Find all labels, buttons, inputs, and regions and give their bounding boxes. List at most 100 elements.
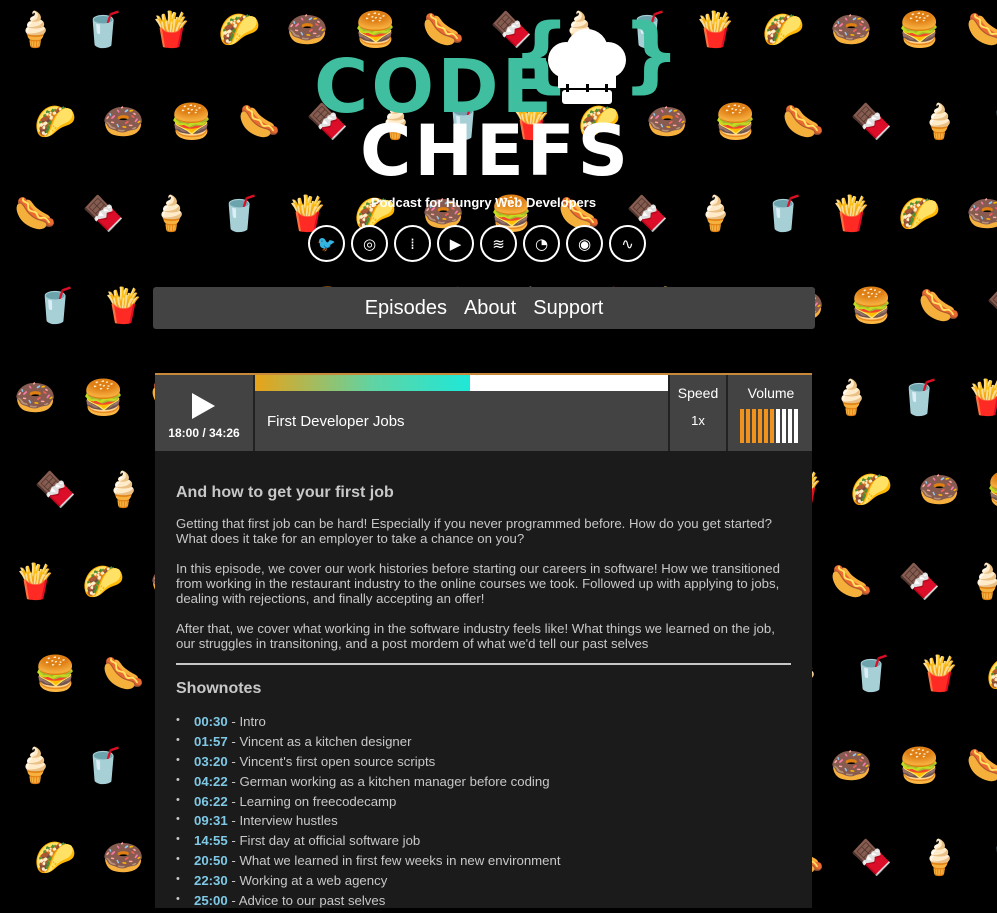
logo-chefs-text: CHEFS xyxy=(360,110,632,192)
timestamp-link[interactable]: 01:57 xyxy=(194,734,228,749)
shownote-text: - Working at a web agency xyxy=(227,873,388,889)
timestamp-link[interactable]: 25:00 xyxy=(194,893,228,908)
food-icon: 🍔 xyxy=(898,10,941,50)
chef-hat-icon xyxy=(548,29,626,104)
spotify-icon[interactable]: ≋ xyxy=(480,225,517,262)
food-icon: 🌭 xyxy=(918,286,961,326)
volume-bar[interactable] xyxy=(740,409,744,443)
apple-podcasts-icon[interactable]: ◎ xyxy=(351,225,388,262)
food-icon: 🍟 xyxy=(694,10,737,50)
volume-bar[interactable] xyxy=(758,409,762,443)
food-icon: 🌮 xyxy=(218,10,261,50)
progress-bar[interactable] xyxy=(255,375,668,391)
timestamp-link[interactable]: 04:22 xyxy=(194,774,228,789)
google-play-icon[interactable]: ▶ xyxy=(437,225,474,262)
food-icon: 🍟 xyxy=(918,654,961,694)
food-icon: 🥤 xyxy=(34,286,77,326)
food-icon: 🍔 xyxy=(82,378,125,418)
food-icon: 🍟 xyxy=(966,378,997,418)
food-icon: 🌭 xyxy=(102,654,145,694)
food-icon: 🌮 xyxy=(34,102,77,142)
food-icon: 🍟 xyxy=(102,286,145,326)
pocket-casts-icon[interactable]: ◔ xyxy=(523,225,560,262)
food-icon: 🍩 xyxy=(830,746,873,786)
code-chefs-logo: CODE { } CHEFS xyxy=(312,14,680,192)
food-icon: 🍦 xyxy=(918,102,961,142)
food-icon: 🍩 xyxy=(966,194,997,234)
food-icon: 🥤 xyxy=(986,102,997,142)
overcast-icon[interactable]: ◉ xyxy=(566,225,603,262)
food-icon: 🍦 xyxy=(102,470,145,510)
shownote-item: 03:20 - Vincent's first open source scri… xyxy=(176,754,791,774)
timestamp-link[interactable]: 03:20 xyxy=(194,754,228,769)
shownote-item: 20:50 - What we learned in first few wee… xyxy=(176,853,791,873)
volume-slider[interactable] xyxy=(740,409,798,443)
nav-episodes-link[interactable]: Episodes xyxy=(365,297,447,320)
food-icon: 🍔 xyxy=(898,746,941,786)
nav-support-link[interactable]: Support xyxy=(533,297,603,320)
description-paragraph: In this episode, we cover our work histo… xyxy=(176,561,780,606)
episode-content: And how to get your first job Getting th… xyxy=(155,451,812,908)
volume-bar[interactable] xyxy=(776,409,780,443)
volume-bar[interactable] xyxy=(788,409,792,443)
shownote-text: - German working as a kitchen manager be… xyxy=(227,773,550,789)
volume-control: Volume xyxy=(730,375,812,451)
food-icon: 🍔 xyxy=(34,654,77,694)
food-icon: 🍦 xyxy=(14,746,57,786)
divider xyxy=(176,663,791,665)
timestamp-link[interactable]: 20:50 xyxy=(194,853,228,868)
timestamp-link[interactable]: 00:30 xyxy=(194,714,228,729)
shownote-text: - Interview hustles xyxy=(227,813,338,829)
play-icon[interactable] xyxy=(192,393,215,419)
shownote-text: - Advice to our past selves xyxy=(227,893,386,909)
shownotes-list: 00:30 - Intro 01:57 - Vincent as a kitch… xyxy=(176,714,791,913)
food-icon: 🌮 xyxy=(82,562,125,602)
food-icon: 🍫 xyxy=(898,562,941,602)
play-control[interactable]: 18:00 / 34:26 xyxy=(155,375,255,451)
food-icon: 🥤 xyxy=(82,746,125,786)
speed-value: 1x xyxy=(691,413,705,428)
google-podcasts-icon[interactable]: ⁞ xyxy=(394,225,431,262)
shownotes-heading: Shownotes xyxy=(176,680,262,697)
timestamp-link[interactable]: 22:30 xyxy=(194,873,228,888)
food-icon: 🥤 xyxy=(82,10,125,50)
audio-player: 18:00 / 34:26 First Developer Jobs Speed… xyxy=(155,373,812,451)
nav-about-link[interactable]: About xyxy=(464,297,516,320)
twitter-icon[interactable]: 🐦 xyxy=(308,225,345,262)
volume-bar[interactable] xyxy=(770,409,774,443)
volume-bar[interactable] xyxy=(752,409,756,443)
food-icon: 🍟 xyxy=(14,562,57,602)
volume-bar[interactable] xyxy=(794,409,798,443)
food-icon: 🌭 xyxy=(830,562,873,602)
timestamp-link[interactable]: 14:55 xyxy=(194,833,228,848)
food-icon: 🍔 xyxy=(714,102,757,142)
food-icon: 🍔 xyxy=(850,286,893,326)
shownote-text: - First day at official software job xyxy=(227,833,421,849)
food-icon: 🍫 xyxy=(850,102,893,142)
food-icon: 🍫 xyxy=(986,286,997,326)
food-icon: 🍦 xyxy=(14,10,57,50)
food-icon: 🍦 xyxy=(966,562,997,602)
shownote-text: - Vincent's first open source scripts xyxy=(227,753,436,769)
food-icon: 🌮 xyxy=(850,470,893,510)
food-icon: 🌮 xyxy=(986,654,997,694)
volume-bar[interactable] xyxy=(782,409,786,443)
volume-bar[interactable] xyxy=(764,409,768,443)
timestamp-link[interactable]: 09:31 xyxy=(194,813,228,828)
food-icon: 🍩 xyxy=(102,838,145,878)
volume-bar[interactable] xyxy=(746,409,750,443)
shownote-item: 25:00 - Advice to our past selves xyxy=(176,893,791,913)
timestamp-link[interactable]: 06:22 xyxy=(194,794,228,809)
food-icon: 🍦 xyxy=(918,838,961,878)
food-icon: 🍔 xyxy=(170,102,213,142)
shownote-item: 09:31 - Interview hustles xyxy=(176,813,791,833)
food-icon: 🌭 xyxy=(966,10,997,50)
rss-icon[interactable]: ∿ xyxy=(609,225,646,262)
speed-control[interactable]: Speed 1x xyxy=(668,375,728,451)
shownote-item: 22:30 - Working at a web agency xyxy=(176,873,791,893)
food-icon: 🍦 xyxy=(830,378,873,418)
shownote-item: 04:22 - German working as a kitchen mana… xyxy=(176,774,791,794)
episode-title: First Developer Jobs xyxy=(267,412,405,430)
shownote-item: 01:57 - Vincent as a kitchen designer xyxy=(176,734,791,754)
shownote-item: 06:22 - Learning on freecodecamp xyxy=(176,794,791,814)
